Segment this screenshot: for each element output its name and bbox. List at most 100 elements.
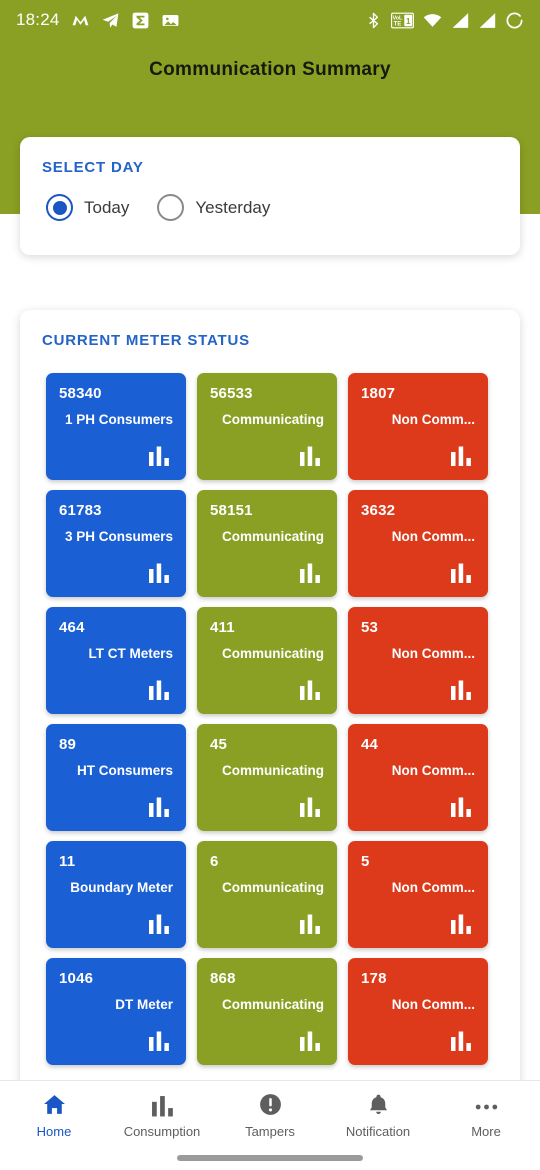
bar-chart-icon	[300, 563, 320, 583]
meter-tile-non-communicating[interactable]: 5 Non Comm...	[348, 841, 488, 948]
tile-label: 3 PH Consumers	[64, 529, 173, 544]
meter-tile-non-communicating[interactable]: 53 Non Comm...	[348, 607, 488, 714]
meter-tile-communicating[interactable]: 58151 Communicating	[197, 490, 337, 597]
tile-value: 178	[361, 970, 387, 987]
bar-chart-icon	[451, 797, 471, 817]
radio-today-label: Today	[84, 197, 130, 217]
bar-chart-icon	[300, 446, 320, 466]
tile-value: 1807	[361, 385, 396, 402]
bar-chart-icon	[149, 563, 169, 583]
home-icon	[42, 1092, 67, 1117]
tile-label: Communicating	[221, 880, 324, 895]
radio-option-today[interactable]: Today	[46, 194, 129, 221]
tile-label: Non Comm...	[391, 763, 475, 778]
tile-label: Non Comm...	[391, 880, 475, 895]
meter-tile-non-communicating[interactable]: 1807 Non Comm...	[348, 373, 488, 480]
tile-label: Non Comm...	[391, 529, 475, 544]
nav-item-more[interactable]: More	[432, 1092, 540, 1139]
svg-text:1: 1	[406, 17, 411, 26]
bar-chart-icon	[300, 680, 320, 700]
tile-label: Boundary Meter	[70, 880, 173, 895]
tile-label: Communicating	[221, 529, 324, 544]
radio-option-yesterday[interactable]: Yesterday	[157, 194, 270, 221]
meter-tile-communicating[interactable]: 56533 Communicating	[197, 373, 337, 480]
tile-value: 1046	[59, 970, 94, 987]
bar-chart-icon	[149, 1031, 169, 1051]
meter-tile-total[interactable]: 11 Boundary Meter	[46, 841, 186, 948]
tile-label: Non Comm...	[391, 997, 475, 1012]
radio-yesterday-label: Yesterday	[195, 197, 271, 217]
tile-value: 45	[210, 736, 228, 753]
tile-label: Non Comm...	[391, 646, 475, 661]
status-bar-left: 18:24	[16, 10, 180, 30]
tile-label: Communicating	[221, 763, 324, 778]
nav-item-tampers[interactable]: Tampers	[216, 1092, 324, 1139]
status-bar: 18:24 VoL TE 1	[0, 0, 540, 40]
meter-tile-non-communicating[interactable]: 178 Non Comm...	[348, 958, 488, 1065]
bar-chart-icon	[149, 680, 169, 700]
radio-yesterday-icon[interactable]	[157, 194, 185, 221]
meter-tile-total[interactable]: 1046 DT Meter	[46, 958, 186, 1065]
tile-value: 3632	[361, 502, 396, 519]
nav-label-notification: Notification	[345, 1123, 411, 1139]
tile-value: 44	[361, 736, 379, 753]
meter-tile-total[interactable]: 464 LT CT Meters	[46, 607, 186, 714]
tile-value: 89	[59, 736, 77, 753]
nav-label-home: Home	[36, 1123, 72, 1139]
page-title: Communication Summary	[149, 59, 391, 80]
alert-circle-icon	[258, 1092, 283, 1117]
meter-status-heading: CURRENT METER STATUS	[42, 332, 250, 349]
tile-value: 868	[210, 970, 236, 987]
select-day-card: SELECT DAY Today Yesterday	[20, 137, 520, 255]
bar-chart-icon	[300, 1031, 320, 1051]
tile-value: 56533	[210, 385, 253, 402]
volte-icon: VoL TE 1	[391, 12, 414, 28]
bar-chart-icon	[149, 914, 169, 934]
m-app-icon	[72, 15, 88, 25]
bottom-navigation-bar: Home Consumption Tampers Notification Mo	[0, 1080, 540, 1170]
select-day-radio-group: Today Yesterday	[46, 194, 270, 221]
meter-tile-non-communicating[interactable]: 3632 Non Comm...	[348, 490, 488, 597]
bar-chart-icon	[451, 680, 471, 700]
select-day-heading: SELECT DAY	[42, 159, 144, 176]
tile-label: Communicating	[221, 646, 324, 661]
nav-label-consumption: Consumption	[123, 1123, 201, 1139]
tile-label: Non Comm...	[391, 412, 475, 427]
svg-text:TE: TE	[394, 21, 402, 27]
bar-chart-icon	[149, 797, 169, 817]
tile-label: Communicating	[221, 997, 324, 1012]
meter-tile-total[interactable]: 61783 3 PH Consumers	[46, 490, 186, 597]
bar-chart-icon	[451, 914, 471, 934]
tile-value: 11	[59, 853, 76, 870]
tile-label: DT Meter	[115, 997, 173, 1012]
tile-value: 53	[361, 619, 379, 636]
radio-today-icon[interactable]	[46, 194, 73, 221]
bar-chart-icon	[151, 1092, 174, 1117]
meter-tile-communicating[interactable]: 868 Communicating	[197, 958, 337, 1065]
nav-label-tampers: Tampers	[245, 1123, 295, 1139]
meter-tile-communicating[interactable]: 45 Communicating	[197, 724, 337, 831]
meter-status-grid: 58340 1 PH Consumers 56533 Communicating…	[46, 373, 496, 1065]
nav-item-consumption[interactable]: Consumption	[108, 1092, 216, 1139]
tile-label: Communicating	[221, 412, 324, 427]
sigma-app-icon	[132, 12, 148, 28]
status-bar-clock: 18:24	[16, 10, 60, 29]
signal-bars-2-icon	[479, 12, 496, 28]
home-indicator[interactable]	[177, 1155, 363, 1161]
meter-tile-total[interactable]: 89 HT Consumers	[46, 724, 186, 831]
meter-tile-non-communicating[interactable]: 44 Non Comm...	[348, 724, 488, 831]
meter-tile-communicating[interactable]: 411 Communicating	[197, 607, 337, 714]
battery-circle-icon	[506, 12, 523, 28]
nav-item-notification[interactable]: Notification	[324, 1092, 432, 1139]
nav-item-home[interactable]: Home	[0, 1092, 108, 1139]
signal-bars-icon	[452, 12, 469, 28]
bar-chart-icon	[451, 563, 471, 583]
current-meter-status-card: CURRENT METER STATUS 58340 1 PH Consumer…	[20, 310, 520, 1100]
tile-value: 58340	[59, 385, 102, 402]
meter-tile-communicating[interactable]: 6 Communicating	[197, 841, 337, 948]
bar-chart-icon	[300, 914, 320, 934]
nav-label-more: More	[471, 1123, 501, 1139]
svg-text:VoL: VoL	[393, 15, 403, 21]
tile-value: 6	[210, 853, 219, 870]
meter-tile-total[interactable]: 58340 1 PH Consumers	[46, 373, 186, 480]
